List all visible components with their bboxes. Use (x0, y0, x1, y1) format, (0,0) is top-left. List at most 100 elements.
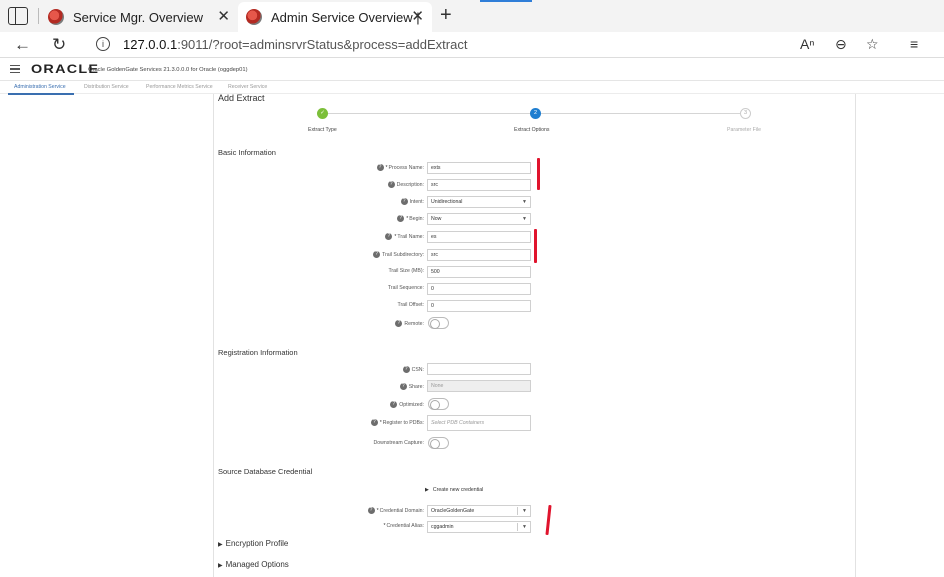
csn-label: ? CSN: (284, 366, 424, 373)
tab-performance-metrics-service[interactable]: Performance Metrics Service (146, 84, 213, 90)
tab-receiver-service[interactable]: Receiver Service (228, 84, 267, 90)
close-tab-icon[interactable]: ✕ (411, 7, 424, 25)
downstream-capture-label: Downstream Capture: (373, 440, 424, 446)
label-text: Credential Domain: (379, 507, 424, 514)
tab-actions-icon[interactable] (8, 7, 28, 25)
register-pdbs-label: ? *Register to PDBs: (284, 419, 424, 426)
back-arrow-icon[interactable]: ← (14, 35, 31, 55)
encryption-profile-expander[interactable]: ▶ Encryption Profile (218, 539, 288, 548)
help-icon[interactable]: ? (390, 401, 398, 408)
help-icon[interactable]: ? (370, 419, 378, 426)
chevron-down-icon: ▼ (522, 524, 527, 530)
trail-offset-label: Trail Offset: (397, 302, 424, 308)
hamburger-menu-icon[interactable] (10, 65, 20, 73)
favorites-list-icon[interactable]: ≡ (910, 36, 918, 52)
required-marker: * (383, 523, 386, 529)
section-registration-information: Registration Information (218, 348, 298, 357)
tab-title: Service Mgr. Overview (73, 9, 204, 25)
oracle-favicon-icon (48, 9, 64, 25)
label-text: Credential Alias: (386, 523, 425, 529)
refresh-icon[interactable]: ↻ (52, 35, 66, 55)
remote-toggle[interactable] (428, 317, 449, 329)
expander-label: Managed Options (225, 560, 289, 569)
url-host: 127.0.0.1 (123, 37, 178, 52)
zoom-icon[interactable]: ⊖ (835, 36, 847, 53)
description-input[interactable]: src (427, 179, 531, 191)
optimized-toggle[interactable] (428, 398, 449, 410)
credential-domain-select[interactable]: OracleGoldenGate ▼ (427, 505, 531, 517)
help-icon[interactable]: ? (395, 320, 403, 327)
required-marker: * (385, 164, 388, 171)
credential-alias-label: *Credential Alias: (284, 523, 424, 529)
required-marker: * (379, 419, 382, 426)
step-3-indicator[interactable]: 3 (740, 108, 751, 119)
begin-select[interactable]: Now ▼ (427, 213, 531, 225)
description-label: ? Description: (284, 181, 424, 188)
trail-sequence-input[interactable]: 0 (427, 283, 531, 295)
accent-strip (480, 0, 532, 2)
csn-input[interactable] (427, 363, 531, 375)
intent-label: ? Intent: (284, 198, 424, 205)
create-new-credential-link[interactable]: ▶ Create new credential (425, 487, 483, 493)
share-label: ? Share: (284, 383, 424, 390)
section-source-database-credential: Source Database Credential (218, 467, 313, 476)
info-icon[interactable]: i (96, 37, 110, 51)
read-aloud-icon[interactable]: Aⁿ (800, 36, 814, 52)
label-text: CSN: (411, 366, 424, 373)
help-icon[interactable]: ? (387, 181, 395, 188)
expand-triangle-icon: ▶ (218, 563, 223, 569)
tab-administration-service[interactable]: Administration Service (14, 84, 66, 90)
chevron-down-icon: ▼ (522, 199, 527, 205)
expand-triangle-icon: ▶ (425, 487, 429, 493)
help-icon[interactable]: ? (402, 366, 410, 373)
expand-triangle-icon: ▶ (218, 542, 223, 548)
favorite-star-icon[interactable]: ☆ (866, 36, 879, 53)
trail-name-input[interactable]: es (427, 231, 531, 243)
process-name-label: ? *Process Name: (284, 164, 424, 171)
help-icon[interactable]: ? (399, 383, 407, 390)
tab-distribution-service[interactable]: Distribution Service (84, 84, 129, 90)
url-field[interactable]: 127.0.0.1:9011/?root=adminsrvrStatus&pro… (123, 37, 467, 52)
new-tab-button[interactable]: + (440, 4, 452, 27)
help-icon[interactable]: ? (367, 507, 375, 514)
help-icon[interactable]: ? (376, 164, 384, 171)
step-2-indicator[interactable]: 2 (530, 108, 541, 119)
intent-select[interactable]: Unidirectional ▼ (427, 196, 531, 208)
trail-offset-input[interactable]: 0 (427, 300, 531, 312)
help-icon[interactable]: ? (397, 215, 405, 222)
begin-value: Now (431, 216, 442, 222)
step-connector (541, 113, 740, 114)
red-annotation-mark (534, 229, 537, 263)
downstream-capture-toggle[interactable] (428, 437, 449, 449)
required-marker: * (376, 507, 379, 514)
managed-options-expander[interactable]: ▶ Managed Options (218, 560, 289, 569)
register-pdbs-select[interactable]: Select PDB Containers (427, 415, 531, 431)
optimized-label: ? Optimized: (284, 401, 424, 408)
trail-subdirectory-input[interactable]: src (427, 249, 531, 261)
help-icon[interactable]: ? (400, 198, 408, 205)
help-icon[interactable]: ? (385, 233, 393, 240)
help-icon[interactable]: ? (373, 251, 381, 258)
label-text: Intent: (409, 198, 424, 205)
browser-tab-service-mgr[interactable]: Service Mgr. Overview ✕ (40, 2, 238, 32)
close-tab-icon[interactable]: ✕ (217, 7, 230, 25)
red-annotation-mark (537, 158, 540, 190)
select-divider (517, 523, 518, 531)
tab-title: Admin Service Overview | Add Ext (271, 9, 421, 25)
label-text: Share: (408, 383, 424, 390)
intent-value: Unidirectional (431, 199, 463, 205)
process-name-input[interactable]: exts (427, 162, 531, 174)
oracle-favicon-icon (246, 9, 262, 25)
credential-alias-select[interactable]: cggadmin ▼ (427, 521, 531, 533)
active-tab-underline (8, 93, 74, 95)
step-1-check-icon[interactable]: ✓ (317, 108, 328, 119)
label-text: Begin: (409, 215, 424, 222)
label-text: Register to PDBs: (382, 419, 424, 426)
browser-tab-admin-service[interactable]: Admin Service Overview | Add Ext ✕ (238, 2, 432, 32)
app-header: ORACLE Oracle GoldenGate Services 21.3.0… (0, 59, 944, 81)
label-text: Trail Name: (397, 233, 424, 240)
share-input: None (427, 380, 531, 392)
trail-subdirectory-label: ? Trail Subdirectory: (284, 251, 424, 258)
address-bar: ← ↻ i 127.0.0.1:9011/?root=adminsrvrStat… (0, 32, 944, 58)
trail-size-input[interactable]: 500 (427, 266, 531, 278)
